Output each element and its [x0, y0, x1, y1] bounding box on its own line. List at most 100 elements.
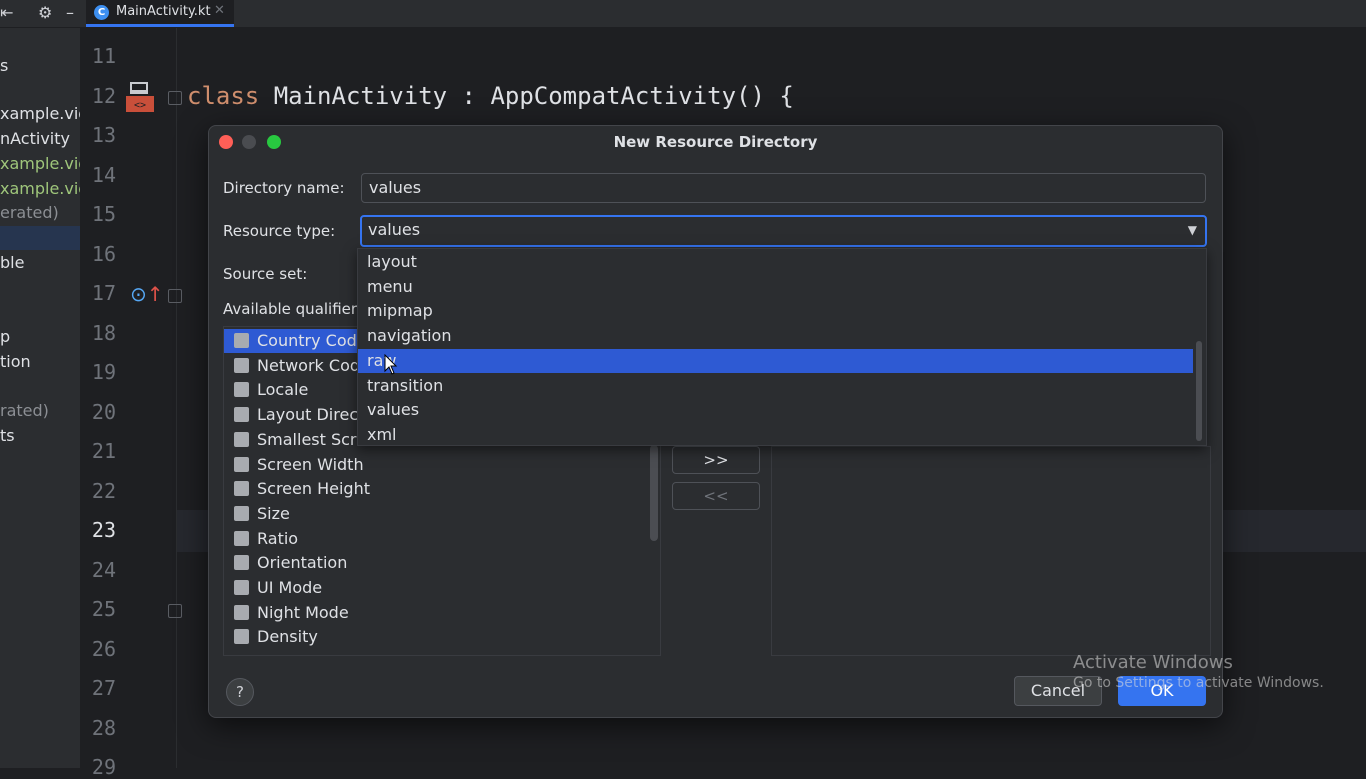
gear-icon[interactable]: ⚙ — [38, 3, 52, 22]
tab-label: MainActivity.kt — [116, 4, 211, 19]
qualifier-item[interactable]: Orientation — [224, 551, 660, 575]
remove-qualifier-button[interactable]: << — [672, 482, 760, 510]
qualifier-label: Night Mode — [257, 602, 349, 622]
code-line-class-declaration[interactable]: class MainActivity : AppCompatActivity()… — [187, 82, 794, 110]
qualifier-scrollbar[interactable] — [650, 445, 658, 541]
tab-mainactivity[interactable]: C MainActivity.kt ✕ — [86, 0, 234, 27]
line-number: 17 — [91, 281, 116, 305]
directory-name-label: Directory name: — [223, 179, 345, 197]
close-tab-icon[interactable]: ✕ — [214, 3, 225, 18]
qualifier-icon — [234, 580, 249, 595]
project-tree-item[interactable]: erated) — [0, 203, 59, 222]
override-marker-icon[interactable]: ⊙↑ — [130, 282, 164, 306]
editor-tab-bar: ⇤ ⚙ – C MainActivity.kt ✕ — [0, 0, 1366, 28]
dropdown-option[interactable]: raw — [358, 348, 1193, 373]
dropdown-option[interactable]: navigation — [358, 324, 1193, 348]
available-qualifiers-label: Available qualifier — [223, 300, 358, 318]
line-number: 26 — [91, 636, 116, 661]
qualifier-item[interactable]: Size — [224, 502, 660, 526]
help-button[interactable]: ? — [226, 678, 254, 706]
line-number: 14 — [91, 162, 116, 187]
qualifier-label: Screen Width — [257, 454, 364, 474]
project-tree-item[interactable]: tion — [0, 352, 31, 371]
line-number: 29 — [91, 755, 116, 779]
project-tree-item[interactable]: nActivity — [0, 129, 70, 148]
fold-marker-icon[interactable] — [168, 604, 182, 618]
project-panel: s xample.vide nActivity xample.vide xamp… — [0, 28, 80, 768]
minimize-icon[interactable]: – — [66, 3, 74, 22]
qualifier-icon — [234, 481, 249, 497]
line-number: 27 — [91, 676, 116, 700]
source-set-label: Source set: — [223, 265, 308, 283]
line-number: 22 — [91, 478, 116, 503]
project-tree-item[interactable]: s — [0, 56, 8, 75]
line-number: 19 — [91, 360, 116, 384]
watermark-subtitle: Go to Settings to activate Windows. — [1073, 675, 1324, 691]
layout-xml-icon[interactable]: <> — [124, 80, 156, 114]
project-tree-item[interactable]: rated) — [0, 401, 49, 420]
mouse-cursor-icon — [384, 354, 398, 375]
line-number: 20 — [91, 399, 116, 424]
resource-type-select[interactable]: values ▼ — [360, 215, 1207, 247]
qualifier-item[interactable]: Night Mode — [224, 601, 660, 625]
qualifier-label: Locale — [257, 380, 309, 400]
qualifier-label: Network Code — [257, 355, 370, 375]
resource-type-value: values — [368, 220, 421, 239]
line-number: 18 — [91, 320, 116, 345]
collapse-icon[interactable]: ⇤ — [0, 3, 13, 22]
dropdown-option[interactable]: values — [358, 398, 1193, 422]
qualifier-icon — [234, 382, 249, 398]
qualifier-icon — [234, 604, 249, 620]
code-keyword: class — [187, 82, 260, 110]
qualifier-icon — [234, 629, 249, 645]
directory-name-input[interactable]: values — [361, 173, 1206, 203]
resource-type-label: Resource type: — [223, 222, 336, 240]
project-tree-item[interactable]: ts — [0, 426, 15, 445]
qualifier-label: Size — [257, 503, 290, 523]
dropdown-scrollbar[interactable] — [1196, 341, 1202, 441]
line-number: 12 — [91, 83, 116, 108]
qualifier-icon — [234, 407, 249, 423]
qualifier-icon — [234, 505, 249, 521]
line-number: 11 — [91, 44, 116, 68]
line-number: 24 — [91, 557, 116, 582]
dropdown-option[interactable]: layout — [358, 250, 1193, 274]
line-number: 28 — [91, 715, 116, 740]
qualifier-icon — [234, 456, 249, 472]
chevron-down-icon[interactable]: ▼ — [1188, 217, 1197, 243]
resource-type-dropdown[interactable]: layout menu mipmap navigation raw transition v… — [357, 248, 1207, 446]
qualifier-label: Orientation — [257, 553, 348, 573]
chosen-qualifiers-list[interactable] — [771, 446, 1211, 656]
windows-activation-watermark: Activate Windows Go to Settings to activ… — [1073, 652, 1324, 691]
svg-text:<>: <> — [134, 100, 146, 111]
line-number: 23 — [91, 518, 116, 542]
line-number: 16 — [91, 241, 116, 266]
fold-marker-icon[interactable] — [168, 91, 182, 105]
project-tree-item[interactable]: p — [0, 327, 10, 346]
qualifier-item[interactable]: Screen Height — [224, 477, 660, 501]
qualifier-item[interactable]: Screen Width — [224, 453, 660, 477]
qualifier-icon — [234, 333, 249, 348]
kotlin-file-icon: C — [94, 5, 109, 20]
qualifier-label: Screen Height — [257, 479, 370, 499]
qualifier-item[interactable]: UI Mode — [224, 576, 660, 600]
add-qualifier-button[interactable]: >> — [672, 446, 760, 474]
project-tree-item[interactable]: xample.vide — [0, 179, 80, 198]
project-tree-item[interactable]: xample.vide — [0, 154, 80, 173]
qualifier-item[interactable]: Density — [224, 625, 660, 649]
qualifier-icon — [234, 357, 249, 373]
project-tree-item[interactable]: xample.vide — [0, 104, 80, 123]
line-number: 13 — [91, 123, 116, 147]
fold-marker-icon[interactable] — [168, 289, 182, 303]
line-number: 21 — [91, 439, 116, 463]
qualifier-label: Country Code — [257, 331, 367, 350]
project-selection-highlight — [0, 226, 80, 250]
dropdown-option[interactable]: xml — [358, 423, 1193, 447]
dropdown-option[interactable]: transition — [358, 374, 1193, 398]
project-tree-item[interactable]: ble — [0, 253, 24, 272]
qualifier-item[interactable]: Ratio — [224, 527, 660, 551]
dropdown-option[interactable]: menu — [358, 275, 1193, 299]
qualifier-label: Density — [257, 627, 318, 647]
qualifier-label: Ratio — [257, 528, 299, 548]
dropdown-option[interactable]: mipmap — [358, 299, 1193, 323]
